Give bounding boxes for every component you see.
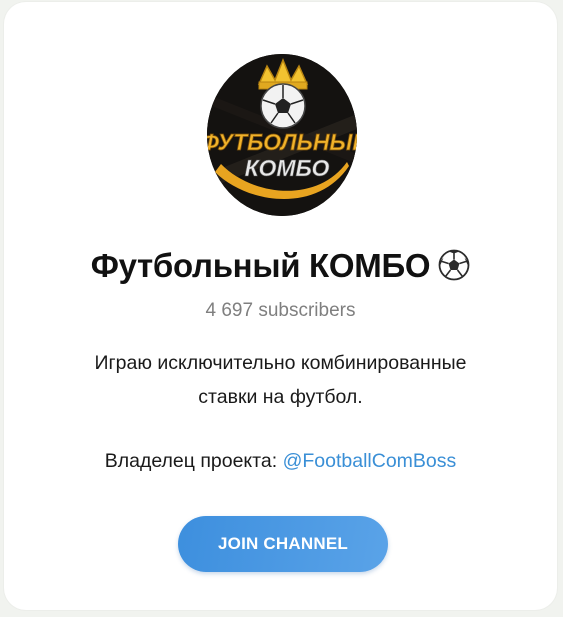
- channel-card: ФУТБОЛЬНЫЙ КОМБО Футбольный КОМБО 4 697 …: [4, 2, 557, 610]
- owner-line: Владелец проекта: @FootballComBoss: [4, 450, 557, 473]
- subscriber-count: 4 697 subscribers: [205, 300, 356, 321]
- channel-title-text: Футбольный КОМБО: [90, 247, 431, 284]
- avatar-logo-line1: ФУТБОЛЬНЫЙ: [207, 127, 357, 155]
- channel-title: Футбольный КОМБО: [4, 247, 557, 289]
- owner-label: Владелец проекта:: [104, 450, 283, 472]
- soccer-ball-icon: [438, 249, 470, 289]
- channel-avatar: ФУТБОЛЬНЫЙ КОМБО: [207, 54, 357, 216]
- avatar-logo-line2: КОМБО: [245, 155, 330, 181]
- description-line: Играю исключительно комбинированные: [94, 352, 467, 374]
- description-line: ставки на футбол.: [198, 386, 363, 408]
- join-channel-button[interactable]: JOIN CHANNEL: [178, 516, 388, 572]
- soccer-ball-icon: [260, 83, 306, 129]
- channel-description: Играю исключительно комбинированные став…: [4, 346, 557, 414]
- owner-link[interactable]: @FootballComBoss: [283, 450, 457, 472]
